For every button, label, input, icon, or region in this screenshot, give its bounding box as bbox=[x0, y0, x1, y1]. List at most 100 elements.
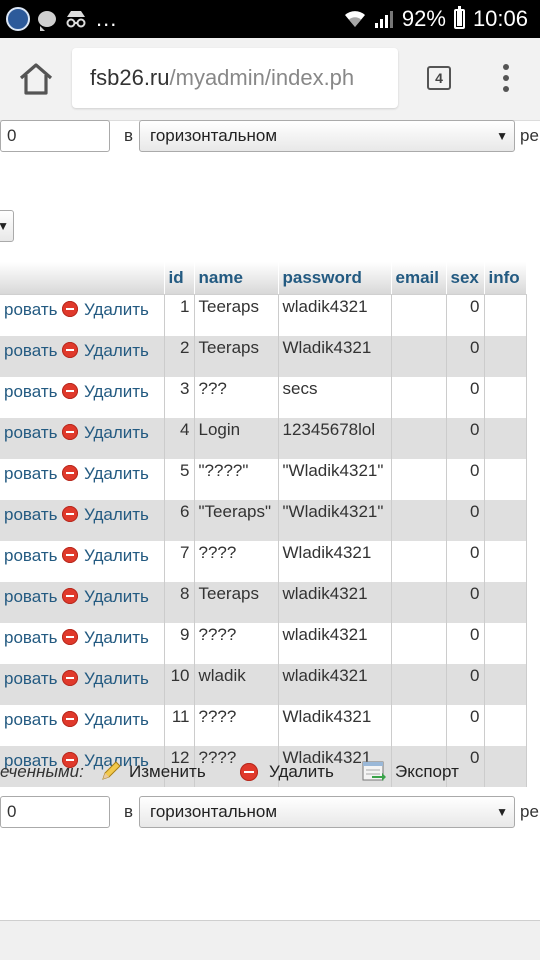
edit-link[interactable]: ровать bbox=[0, 664, 62, 705]
export-icon[interactable] bbox=[362, 760, 386, 782]
cell-id: 1 bbox=[164, 294, 195, 336]
cell-password: Wladik4321 bbox=[278, 541, 392, 582]
column-header[interactable]: email bbox=[391, 262, 447, 295]
cell-info bbox=[484, 459, 527, 500]
delete-link[interactable]: Удалить bbox=[62, 418, 165, 459]
cell-info bbox=[484, 582, 527, 623]
export-button[interactable]: Экспорт bbox=[395, 762, 459, 782]
cell-email bbox=[391, 377, 447, 418]
url-text: fsb26.ru/myadmin/index.ph bbox=[90, 65, 354, 91]
edit-selected-button[interactable]: Изменить bbox=[129, 762, 206, 782]
pencil-icon[interactable] bbox=[100, 760, 122, 782]
delete-icon bbox=[62, 670, 78, 686]
delete-link[interactable]: Удалить bbox=[62, 623, 165, 664]
cell-id: 2 bbox=[164, 336, 195, 377]
cell-id: 9 bbox=[164, 623, 195, 664]
delete-link[interactable]: Удалить bbox=[62, 664, 165, 705]
trailing-label: ре bbox=[520, 126, 539, 145]
delete-icon bbox=[62, 383, 78, 399]
delete-label: Удалить bbox=[84, 628, 149, 647]
with-selected-label: еченными: bbox=[0, 762, 84, 781]
home-icon[interactable] bbox=[18, 62, 54, 96]
table-row: ровать Удалить 3??? secs 0 bbox=[0, 377, 527, 418]
delete-label: Удалить bbox=[84, 587, 149, 606]
column-header[interactable]: id bbox=[164, 262, 195, 295]
column-header[interactable]: name bbox=[194, 262, 279, 295]
edit-link[interactable]: ровать bbox=[0, 705, 62, 746]
wifi-icon bbox=[344, 11, 365, 27]
cell-password: wladik4321 bbox=[278, 582, 392, 623]
page-footer bbox=[0, 921, 540, 960]
delete-link[interactable]: Удалить bbox=[62, 459, 165, 500]
edit-link[interactable]: ровать bbox=[0, 500, 62, 541]
url-host: fsb26.ru bbox=[90, 65, 170, 90]
cell-sex: 0 bbox=[446, 582, 485, 623]
cell-name: ??? bbox=[194, 377, 279, 418]
start-row-input[interactable]: 0 bbox=[0, 796, 110, 828]
cell-password: "Wladik4321" bbox=[278, 459, 392, 500]
delete-label: Удалить bbox=[84, 341, 149, 360]
cell-email bbox=[391, 336, 447, 377]
delete-icon bbox=[62, 629, 78, 645]
cell-name: "????" bbox=[194, 459, 279, 500]
cell-info bbox=[484, 705, 527, 746]
cell-name: ???? bbox=[194, 623, 279, 664]
edit-link[interactable]: ровать bbox=[0, 459, 62, 500]
cell-id: 7 bbox=[164, 541, 195, 582]
edit-link[interactable]: ровать bbox=[0, 377, 62, 418]
start-row-input[interactable]: 0 bbox=[0, 120, 110, 152]
delete-link[interactable]: Удалить bbox=[62, 294, 165, 336]
with-selected-bar: еченными: Изменить Удалить Экспорт bbox=[0, 760, 540, 786]
cell-password: secs bbox=[278, 377, 392, 418]
cell-email bbox=[391, 294, 447, 336]
signal-icon bbox=[374, 11, 393, 28]
delete-icon bbox=[62, 506, 78, 522]
edit-link[interactable]: ровать bbox=[0, 541, 62, 582]
cell-email bbox=[391, 623, 447, 664]
display-mode-select[interactable]: горизонтальном ▼ bbox=[139, 120, 515, 152]
clock: 10:06 bbox=[472, 6, 528, 31]
cell-sex: 0 bbox=[446, 541, 485, 582]
in-label: в bbox=[124, 126, 134, 145]
tabs-button[interactable]: 4 bbox=[427, 66, 451, 90]
delete-icon[interactable] bbox=[240, 763, 258, 781]
message-icon bbox=[38, 11, 56, 31]
more-menu-icon[interactable] bbox=[500, 64, 512, 94]
edit-link[interactable]: ровать bbox=[0, 623, 62, 664]
rows-select[interactable]: ▼ bbox=[0, 210, 14, 242]
cell-id: 6 bbox=[164, 500, 195, 541]
delete-link[interactable]: Удалить bbox=[62, 582, 165, 623]
delete-label: Удалить bbox=[84, 710, 149, 729]
table-row: ровать Удалить 10 wladik wladik4321 0 bbox=[0, 664, 527, 705]
cell-password: wladik4321 bbox=[278, 623, 392, 664]
edit-link[interactable]: ровать bbox=[0, 582, 62, 623]
delete-link[interactable]: Удалить bbox=[62, 541, 165, 582]
cell-password: "Wladik4321" bbox=[278, 500, 392, 541]
address-bar[interactable]: fsb26.ru/myadmin/index.ph bbox=[72, 48, 398, 108]
cell-password: Wladik4321 bbox=[278, 336, 392, 377]
delete-link[interactable]: Удалить bbox=[62, 377, 165, 418]
delete-label: Удалить bbox=[84, 505, 149, 524]
table-header: id name password email sex info bbox=[0, 262, 527, 295]
column-header[interactable]: password bbox=[278, 262, 392, 295]
edit-link[interactable]: ровать bbox=[0, 336, 62, 377]
cell-sex: 0 bbox=[446, 623, 485, 664]
chevron-down-icon: ▼ bbox=[496, 805, 508, 819]
edit-link[interactable]: ровать bbox=[0, 418, 62, 459]
column-header[interactable]: sex bbox=[446, 262, 485, 295]
pager-bottom: 0 в горизонтальном ▼ ре bbox=[0, 796, 540, 836]
cell-email bbox=[391, 459, 447, 500]
delete-link[interactable]: Удалить bbox=[62, 500, 165, 541]
edit-link[interactable]: ровать bbox=[0, 294, 62, 336]
delete-icon bbox=[62, 588, 78, 604]
browser-toolbar: fsb26.ru/myadmin/index.ph 4 bbox=[0, 38, 540, 121]
delete-link[interactable]: Удалить bbox=[62, 705, 165, 746]
delete-link[interactable]: Удалить bbox=[62, 336, 165, 377]
cell-name: ???? bbox=[194, 541, 279, 582]
delete-label: Удалить bbox=[84, 669, 149, 688]
display-mode-select[interactable]: горизонтальном ▼ bbox=[139, 796, 515, 828]
trailing-label: ре bbox=[520, 802, 539, 821]
delete-selected-button[interactable]: Удалить bbox=[269, 762, 334, 782]
table-row: ровать Удалить 4 Login 12345678lol 0 bbox=[0, 418, 527, 459]
column-header[interactable]: info bbox=[484, 262, 527, 295]
